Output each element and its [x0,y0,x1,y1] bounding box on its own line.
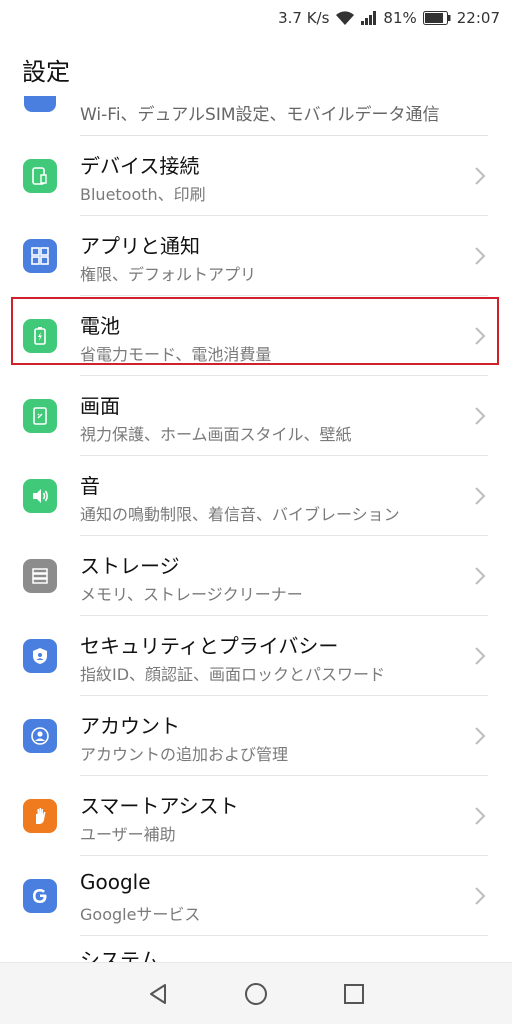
settings-item-title: セキュリティとプライバシー [80,634,339,658]
sound-icon [23,479,57,513]
settings-item-subtitle: ユーザー補助 [80,825,176,844]
chevron-right-icon [474,246,486,266]
settings-item[interactable]: セキュリティとプライバシー指紋ID、顔認証、画面ロックとパスワード [0,616,512,696]
settings-item-subtitle: Googleサービス [80,905,201,924]
battery-icon [23,319,57,353]
settings-item[interactable]: 電池省電力モード、電池消費量 [0,296,512,376]
settings-item[interactable]: アプリと通知権限、デフォルトアプリ [0,216,512,296]
settings-item-subtitle: アカウントの追加および管理 [80,745,289,764]
settings-item-title: 電池 [80,314,120,338]
home-icon[interactable] [244,982,268,1006]
shield-icon [23,639,57,673]
settings-item[interactable]: デバイス接続 Bluetooth、印刷 [0,136,512,216]
battery-status-icon [422,11,451,25]
settings-item-subtitle: 指紋ID、顔認証、画面ロックとパスワード [80,665,386,684]
settings-item-title: ストレージ [80,554,180,578]
clock: 22:07 [456,9,500,27]
navigation-bar [0,962,512,1024]
settings-item-title: デバイス接続 [80,154,200,178]
chevron-right-icon [474,726,486,746]
settings-item-title: 音 [80,474,100,498]
display-icon [23,399,57,433]
apps-icon [23,239,57,273]
settings-item-title: スマートアシスト [80,794,239,818]
hand-icon [23,799,57,833]
settings-item-title: アカウント [80,714,180,738]
settings-item-subtitle: 視力保護、ホーム画面スタイル、壁紙 [80,425,352,444]
wireless-icon [24,96,56,112]
wifi-icon [335,10,355,26]
device-connect-icon [23,159,57,193]
settings-item-subtitle: メモリ、ストレージクリーナー [80,585,303,604]
settings-item-subtitle: 省電力モード、電池消費量 [80,345,272,364]
settings-item[interactable]: 音通知の鳴動制限、着信音、バイブレーション [0,456,512,536]
settings-item[interactable]: 画面視力保護、ホーム画面スタイル、壁紙 [0,376,512,456]
settings-item[interactable]: Google Googleサービス [0,856,512,936]
chevron-right-icon [474,486,486,506]
network-speed: 3.7 K/s [278,9,330,27]
google-icon [23,879,57,913]
page-title: 設定 [22,57,70,86]
settings-item-title: アプリと通知 [80,234,200,258]
settings-item[interactable]: ストレージメモリ、ストレージクリーナー [0,536,512,616]
chevron-right-icon [474,566,486,586]
divider [80,935,488,936]
signal-icon [361,11,377,25]
chevron-right-icon [474,646,486,666]
settings-item-title: 画面 [80,394,120,418]
storage-icon [23,559,57,593]
chevron-right-icon [474,406,486,426]
settings-item-subtitle: Wi-Fi、デュアルSIM設定、モバイルデータ通信 [80,105,440,125]
settings-item-subtitle: Bluetooth、印刷 [80,185,206,204]
chevron-right-icon [474,326,486,346]
settings-list[interactable]: Wi-Fi、デュアルSIM設定、モバイルデータ通信 デバイス接続 Bluetoot… [0,96,512,962]
chevron-right-icon [474,886,486,906]
battery-percent: 81% [383,9,417,27]
back-icon[interactable] [147,983,169,1005]
settings-item-subtitle: 通知の鳴動制限、着信音、バイブレーション [80,505,400,524]
settings-item-wireless[interactable]: Wi-Fi、デュアルSIM設定、モバイルデータ通信 [0,96,512,136]
settings-item[interactable]: スマートアシストユーザー補助 [0,776,512,856]
settings-item-system-title[interactable]: システム [80,944,159,962]
status-bar: 3.7 K/s 81% 22:07 [0,0,512,36]
chevron-right-icon [474,166,486,186]
settings-item[interactable]: アカウントアカウントの追加および管理 [0,696,512,776]
account-icon [23,719,57,753]
settings-item-title: Google [80,870,151,894]
chevron-right-icon [474,806,486,826]
recents-icon[interactable] [343,983,365,1005]
settings-item-subtitle: 権限、デフォルトアプリ [80,265,257,284]
